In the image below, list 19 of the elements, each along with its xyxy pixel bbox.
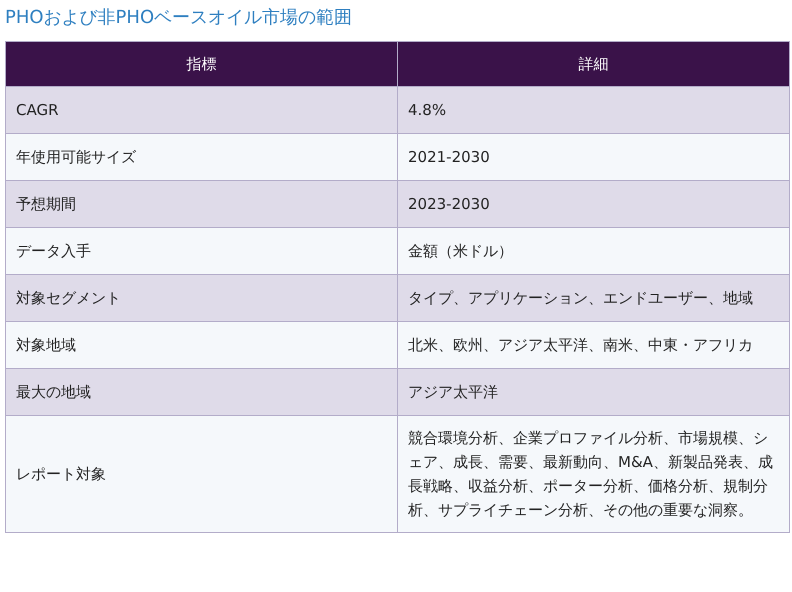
table-cell: 最大の地域 bbox=[6, 368, 398, 416]
table-cell: 競合環境分析、企業プロファイル分析、市場規模、シェア、成長、需要、最新動向、M&A、新製品発表、成長戦略、収益分析、ポーター分析、価格分析、規制分析、サプライチェーン分析、その他の重要な洞察。 bbox=[398, 416, 790, 532]
table-cell: レポート対象 bbox=[6, 416, 398, 532]
table-cell: 4.8% bbox=[398, 86, 790, 134]
column-header: 指標 bbox=[6, 42, 398, 86]
table-cell: 対象地域 bbox=[6, 322, 398, 368]
table-cell: 金額（米ドル） bbox=[398, 228, 790, 274]
column-header: 詳細 bbox=[398, 42, 790, 86]
table-cell: アジア太平洋 bbox=[398, 368, 790, 416]
table-cell: 2023-2030 bbox=[398, 180, 790, 228]
table-cell: 2021-2030 bbox=[398, 134, 790, 180]
page-title: PHOおよび非PHOベースオイル市場の範囲 bbox=[5, 6, 352, 30]
table-cell: データ入手 bbox=[6, 228, 398, 274]
table-cell: 対象セグメント bbox=[6, 274, 398, 322]
table-cell: CAGR bbox=[6, 86, 398, 134]
table-cell: タイプ、アプリケーション、エンドユーザー、地域 bbox=[398, 274, 790, 322]
table-cell: 予想期間 bbox=[6, 180, 398, 228]
table-cell: 年使用可能サイズ bbox=[6, 134, 398, 180]
table-cell: 北米、欧州、アジア太平洋、南米、中東・アフリカ bbox=[398, 322, 790, 368]
